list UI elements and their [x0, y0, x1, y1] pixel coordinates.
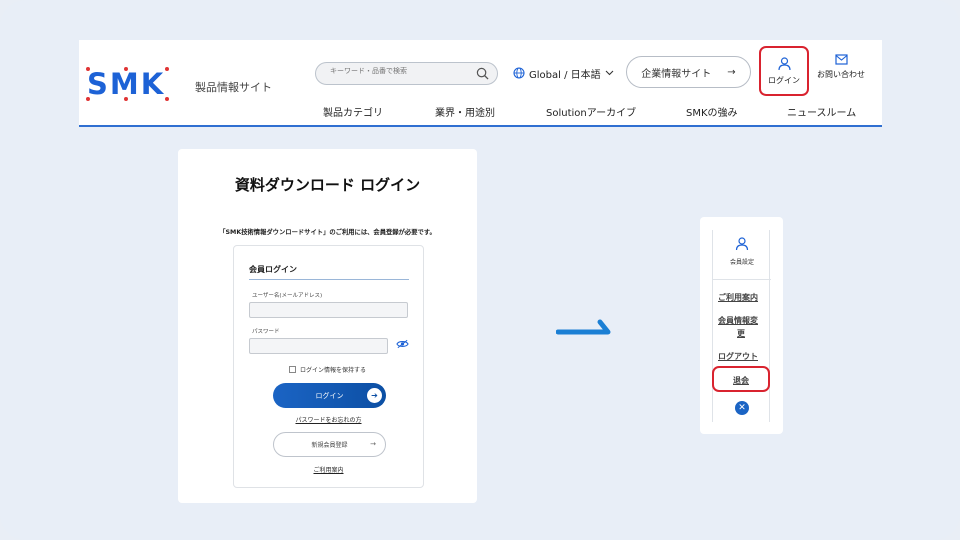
nav-item-solutions[interactable]: Solutionアーカイブ	[546, 104, 636, 119]
transition-arrow-icon	[556, 319, 611, 335]
logo-dot	[124, 97, 128, 101]
register-button[interactable]: 新規会員登録 →	[273, 432, 386, 457]
username-field[interactable]	[249, 302, 408, 318]
remember-label: ログイン情報を保持する	[300, 367, 367, 374]
user-icon	[777, 56, 791, 70]
contact-button[interactable]: お問い合わせ	[813, 54, 869, 80]
arrow-right-icon: →	[370, 440, 376, 448]
submit-login-label: ログイン	[315, 391, 344, 400]
language-selector[interactable]: Global / 日本語	[513, 64, 614, 82]
member-menu-panel: 会員設定 ご利用案内 会員情報変 更 ログアウト 退会 ✕	[700, 217, 783, 434]
login-card: 資料ダウンロード ログイン 「SMK技術情報ダウンロードサイト」のご利用には、会…	[178, 149, 477, 503]
logo-dot	[124, 67, 128, 71]
page-title: 資料ダウンロード ログイン	[234, 176, 421, 194]
close-icon[interactable]: ✕	[735, 401, 749, 415]
divider	[249, 279, 409, 280]
menu-item-usage-guide[interactable]: ご利用案内	[718, 291, 758, 304]
arrow-right-icon: →	[727, 66, 736, 78]
member-menu: 会員設定 ご利用案内 会員情報変 更 ログアウト 退会 ✕	[712, 230, 771, 422]
nav-item-industry[interactable]: 業界・用途別	[435, 104, 495, 119]
submit-login-button[interactable]: ログイン ➔	[273, 383, 386, 408]
menu-item-edit-profile-cont[interactable]: 更	[737, 327, 745, 340]
logo-dot	[165, 97, 169, 101]
withdraw-highlight	[712, 366, 770, 392]
register-label: 新規会員登録	[311, 442, 348, 449]
corporate-site-label: 企業情報サイト	[641, 68, 712, 80]
membership-notice: 「SMK技術情報ダウンロードサイト」のご利用には、会員登録が必要です。	[219, 229, 436, 236]
nav-item-strengths[interactable]: SMKの強み	[686, 104, 738, 119]
member-settings-label: 会員設定	[729, 259, 754, 266]
logo-dot	[86, 97, 90, 101]
site-header: SMK 製品情報サイト Global / 日本語 企業情報サイト →	[79, 40, 882, 127]
remember-checkbox[interactable]	[289, 366, 296, 373]
divider	[713, 279, 771, 280]
search-input[interactable]	[330, 67, 470, 75]
globe-icon	[513, 67, 525, 79]
logo-text: SMK	[87, 67, 166, 101]
mail-icon	[834, 54, 848, 65]
password-label: パスワード	[252, 329, 280, 335]
menu-item-logout[interactable]: ログアウト	[718, 350, 758, 363]
remember-login[interactable]: ログイン情報を保持する	[289, 365, 366, 374]
language-label: Global / 日本語	[529, 69, 601, 81]
eye-off-icon[interactable]	[396, 339, 409, 349]
login-button[interactable]: ログイン	[759, 46, 809, 96]
chevron-down-icon	[605, 70, 614, 76]
corporate-site-button[interactable]: 企業情報サイト →	[626, 56, 751, 88]
search-icon[interactable]	[476, 67, 489, 80]
user-icon	[735, 237, 749, 251]
site-name: 製品情報サイト	[195, 81, 272, 94]
menu-item-edit-profile[interactable]: 会員情報変	[718, 314, 758, 327]
form-title: 会員ログイン	[249, 265, 297, 274]
nav-item-newsroom[interactable]: ニュースルーム	[787, 104, 856, 119]
username-label: ユーザー名(メールアドレス)	[252, 293, 323, 299]
smk-logo[interactable]: SMK	[86, 67, 171, 103]
search-box[interactable]	[315, 62, 498, 85]
arrow-right-icon: ➔	[367, 388, 382, 403]
contact-label: お問い合わせ	[817, 70, 865, 79]
logo-dot	[86, 67, 90, 71]
login-label: ログイン	[768, 75, 800, 85]
logo-dot	[165, 67, 169, 71]
password-field[interactable]	[249, 338, 388, 354]
nav-item-products[interactable]: 製品カテゴリ	[323, 104, 383, 119]
forgot-password-link[interactable]: パスワードをお忘れの方	[234, 415, 423, 424]
usage-guide-link[interactable]: ご利用案内	[234, 465, 423, 474]
login-form: 会員ログイン ユーザー名(メールアドレス) パスワード ログイン情報を保持する …	[233, 245, 424, 488]
